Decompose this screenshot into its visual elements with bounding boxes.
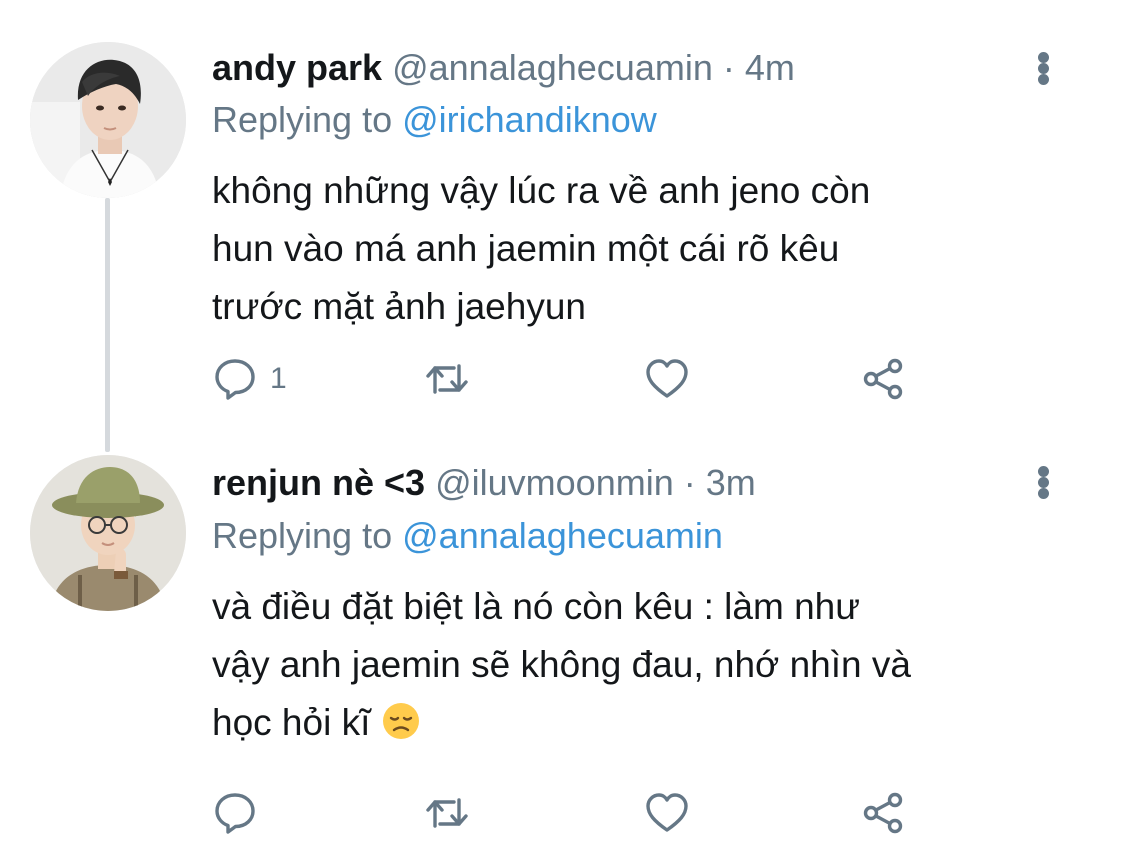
tweet-text-line: hun vào má anh jaemin một cái rõ kêu: [212, 228, 840, 269]
timestamp[interactable]: 3m: [706, 462, 756, 503]
tweet-text-line-with-emoji: học hỏi kĩ: [212, 694, 1072, 752]
tweet-text-line: không những vậy lúc ra về anh jeno còn: [212, 170, 871, 211]
more-dot: [1038, 488, 1049, 499]
tweet-text: và điều đặt biệt là nó còn kêu : làm như…: [212, 578, 1072, 752]
more-options-button[interactable]: [1032, 460, 1056, 504]
more-dot: [1038, 477, 1049, 488]
tweet-text-line: học hỏi kĩ: [212, 702, 371, 743]
share-button[interactable]: [860, 788, 906, 838]
tweet-text-line: trước mặt ảnh jaehyun: [212, 286, 586, 327]
avatar[interactable]: [30, 42, 186, 198]
retweet-button[interactable]: [424, 788, 470, 838]
retweet-icon: [426, 798, 468, 828]
reply-icon: [215, 793, 255, 834]
share-button[interactable]: [860, 354, 906, 404]
replying-mention-link[interactable]: @annalaghecuamin: [402, 515, 723, 556]
reply-button[interactable]: [212, 788, 270, 838]
more-vertical-icon: [1038, 52, 1049, 63]
share-icon: [863, 358, 903, 400]
like-button[interactable]: [644, 788, 690, 838]
retweet-button[interactable]: [424, 354, 470, 404]
retweet-icon: [426, 364, 468, 394]
tweet-header: andy park @annalaghecuamin · 4m: [212, 46, 795, 90]
tweet-actions: [212, 788, 912, 838]
reply-count: 1: [270, 362, 287, 395]
replying-mention-link[interactable]: @irichandiknow: [402, 99, 657, 140]
avatar-photo: [30, 42, 186, 198]
disappointed-face-emoji: [382, 703, 419, 739]
user-handle[interactable]: @iluvmoonmin: [435, 462, 674, 503]
avatar-photo: [30, 455, 186, 611]
tweet-text-line: vậy anh jaemin sẽ không đau, nhớ nhìn và: [212, 644, 911, 685]
like-button[interactable]: [644, 354, 690, 404]
heart-icon: [646, 359, 688, 398]
user-handle[interactable]: @annalaghecuamin: [392, 47, 713, 88]
tweet[interactable]: renjun nè <3 @iluvmoonmin · 3m Replying …: [0, 440, 1125, 848]
replying-label: Replying to: [212, 99, 393, 140]
replying-to: Replying to @annalaghecuamin: [212, 514, 723, 558]
replying-label: Replying to: [212, 515, 393, 556]
display-name[interactable]: renjun nè <3: [212, 462, 425, 503]
more-dot: [1038, 63, 1049, 74]
tweet-actions: 1: [212, 354, 912, 404]
tweet-text-line: và điều đặt biệt là nó còn kêu : làm như: [212, 586, 861, 627]
tweet-header: renjun nè <3 @iluvmoonmin · 3m: [212, 461, 756, 505]
reply-icon: [215, 359, 255, 400]
display-name[interactable]: andy park: [212, 47, 382, 88]
reply-button[interactable]: 1: [212, 354, 287, 404]
timestamp[interactable]: 4m: [745, 47, 795, 88]
more-vertical-icon: [1038, 466, 1049, 477]
more-dot: [1038, 74, 1049, 85]
separator-dot: ·: [722, 47, 735, 88]
heart-icon: [646, 793, 688, 832]
separator-dot: ·: [683, 462, 696, 503]
avatar[interactable]: [30, 455, 186, 611]
replying-to: Replying to @irichandiknow: [212, 98, 657, 142]
tweet[interactable]: andy park @annalaghecuamin · 4m Replying…: [0, 0, 1125, 440]
more-options-button[interactable]: [1032, 46, 1056, 90]
share-icon: [863, 792, 903, 834]
tweet-text: không những vậy lúc ra về anh jeno còn h…: [212, 162, 1072, 336]
